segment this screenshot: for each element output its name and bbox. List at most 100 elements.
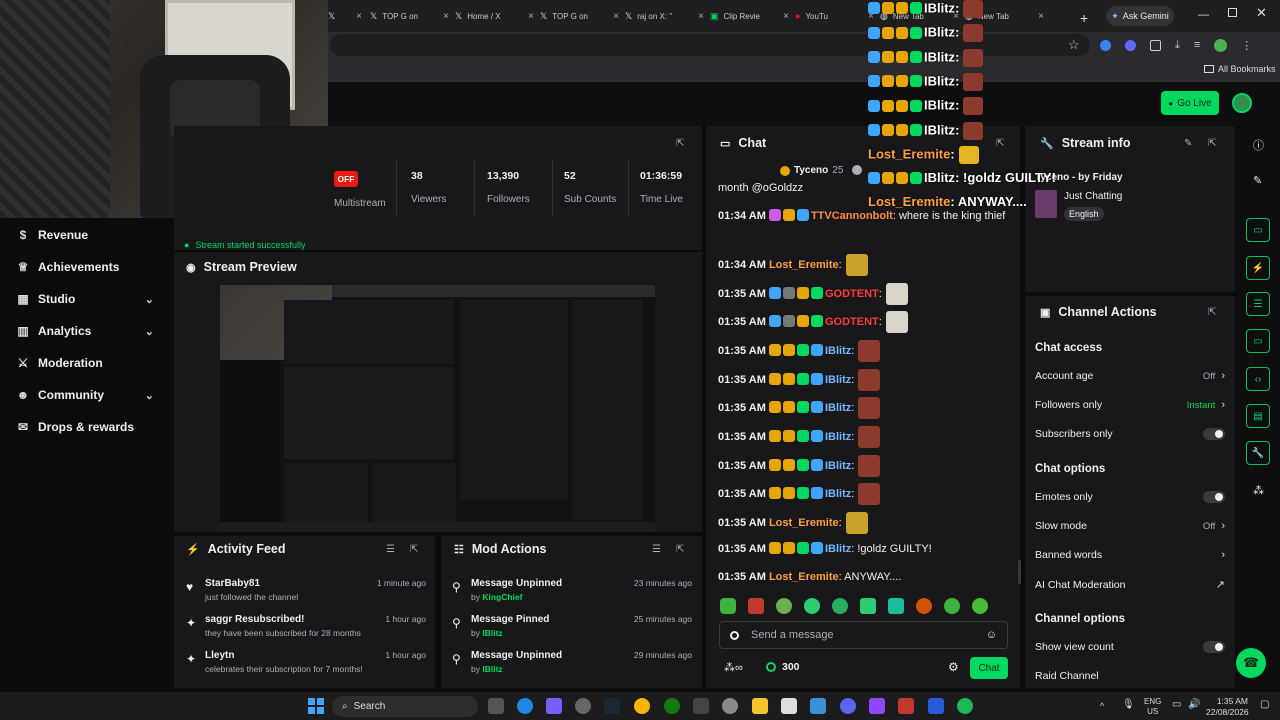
browser-tab[interactable]: 𝕏 × — [328, 4, 368, 28]
chat-message[interactable]: 01:34 AM Lost_Eremite: — [718, 254, 1018, 276]
app-icon[interactable] — [781, 698, 797, 714]
subscribers-only-row[interactable]: Subscribers only — [1035, 428, 1225, 440]
quick-action-icon[interactable]: ▭ — [1246, 218, 1270, 242]
chat-message[interactable]: 01:35 AM IBlitz: !goldz GUILTY! — [718, 541, 1018, 557]
emote-icon[interactable] — [916, 598, 932, 614]
browser-tab[interactable]: 𝕏 TOP G on × — [540, 4, 625, 28]
activity-item[interactable]: ✦ Lleytn celebrates their subscription for… — [186, 650, 426, 674]
extensions-icon[interactable]: ⁂ — [1253, 484, 1264, 497]
banned-words-row[interactable]: Banned words › — [1035, 549, 1225, 561]
close-tab-icon[interactable]: × — [613, 11, 619, 22]
emote-icon[interactable] — [944, 598, 960, 614]
sidebar-item-drops-rewards[interactable]: ✉ Drops & rewards — [0, 411, 170, 443]
notification-icon[interactable]: ▢ — [1260, 699, 1269, 710]
close-tab-icon[interactable]: × — [783, 11, 789, 22]
mod-action-item[interactable]: ⚲ Message Unpinned by KingChief 23 minutes … — [452, 578, 692, 602]
chat-username[interactable]: IBlitz — [825, 431, 851, 443]
quick-action-icon[interactable]: ☰ — [1246, 292, 1270, 316]
puzzle-icon[interactable] — [1150, 39, 1161, 51]
top-chatter[interactable]: Tyceno 25 — [780, 165, 843, 176]
chat-username[interactable]: GODTENT — [825, 316, 879, 328]
chat-emote[interactable] — [885, 311, 908, 333]
chat-emote[interactable] — [858, 483, 881, 505]
xbox-icon[interactable] — [664, 698, 680, 714]
chat-message[interactable]: 01:35 AM IBlitz: — [718, 426, 1018, 448]
volume-icon[interactable]: 🔊 — [1188, 699, 1200, 710]
info-icon[interactable]: ⓘ — [1253, 137, 1264, 153]
chat-message[interactable]: 01:35 AM GODTENT: — [718, 311, 1018, 333]
extension-icon[interactable] — [1125, 39, 1136, 51]
chat-emote[interactable] — [858, 340, 881, 362]
followers-only-row[interactable]: Followers only Instant › — [1035, 399, 1225, 411]
show-view-count-row[interactable]: Show view count — [1035, 641, 1225, 653]
new-tab-button[interactable]: + — [1080, 10, 1088, 26]
close-tab-icon[interactable]: × — [443, 11, 449, 22]
microphone-icon[interactable]: 🎙 — [1122, 699, 1135, 710]
app-icon[interactable] — [869, 698, 885, 714]
activity-item[interactable]: ✦ saggr Resubscribed! they have been subsc… — [186, 614, 426, 638]
mod-action-moderator[interactable]: IBlitz — [482, 664, 502, 674]
raid-channel-row[interactable]: Raid Channel — [1035, 670, 1225, 682]
chat-username[interactable]: IBlitz — [825, 402, 851, 414]
sidebar-item-community[interactable]: ☻ Community ⌄ — [0, 379, 170, 411]
sidebar-item-moderation[interactable]: ⚔ Moderation — [0, 347, 170, 379]
discord-icon[interactable] — [840, 698, 856, 714]
chat-emote[interactable] — [858, 455, 881, 477]
emote-picker-icon[interactable]: ☺ — [986, 629, 997, 641]
chat-message[interactable]: 01:35 AM Lost_Eremite: ANYWAY.... — [718, 569, 1018, 585]
app-icon[interactable] — [546, 698, 562, 714]
close-window-button[interactable]: ✕ — [1256, 5, 1267, 21]
chat-message[interactable]: 01:35 AM IBlitz: — [718, 455, 1018, 477]
media-icon[interactable]: ≡ — [1194, 39, 1200, 51]
stream-preview-video[interactable] — [220, 285, 655, 532]
emote-icon[interactable] — [832, 598, 848, 614]
chat-username[interactable]: TTVCannonbolt — [811, 210, 893, 222]
chat-username[interactable]: IBlitz — [825, 488, 851, 500]
all-bookmarks-button[interactable]: All Bookmarks — [1204, 64, 1276, 74]
browser-tab[interactable]: 𝕏 Home / X × — [455, 4, 540, 28]
close-tab-icon[interactable]: × — [1038, 11, 1044, 22]
download-icon[interactable]: ⤓ — [1175, 39, 1180, 52]
file-explorer-icon[interactable] — [752, 698, 768, 714]
chat-username[interactable]: Lost_Eremite — [769, 571, 839, 583]
chrome-icon[interactable] — [634, 698, 650, 714]
gear-icon[interactable]: ⚙ — [948, 660, 959, 674]
chat-username[interactable]: IBlitz — [825, 374, 851, 386]
quick-action-icon[interactable]: ▤ — [1246, 404, 1270, 428]
quick-action-icon[interactable]: ▭ — [1246, 329, 1270, 353]
popout-icon[interactable]: ⇱ — [996, 138, 1004, 149]
network-icon[interactable]: ▭ — [1172, 699, 1181, 710]
activity-item[interactable]: ♥ StarBaby81 just followed the channel 1 mi… — [186, 578, 426, 602]
chat-message[interactable]: 01:35 AM IBlitz: — [718, 369, 1018, 391]
close-tab-icon[interactable]: × — [698, 11, 704, 22]
app-icon[interactable] — [898, 698, 914, 714]
quick-action-icon[interactable]: ‹› — [1246, 367, 1270, 391]
chat-emote[interactable] — [858, 426, 881, 448]
emotes-only-row[interactable]: Emotes only — [1035, 491, 1225, 503]
chat-input[interactable]: Send a message ☺ — [719, 621, 1008, 649]
ai-moderation-row[interactable]: AI Chat Moderation ↗ — [1035, 578, 1225, 592]
pencil-icon[interactable]: ✎ — [1253, 174, 1262, 187]
emotes-only-toggle[interactable] — [1203, 491, 1225, 503]
chat-message[interactable]: 01:35 AM Lost_Eremite: — [718, 512, 1018, 534]
clock[interactable]: 1:35 AM 22/08/2026 — [1206, 696, 1249, 718]
close-tab-icon[interactable]: × — [356, 11, 362, 22]
edit-pencil-icon[interactable]: ✎ — [1184, 138, 1192, 149]
emote-icon[interactable] — [804, 598, 820, 614]
mod-action-item[interactable]: ⚲ Message Pinned by IBlitz 25 minutes ago — [452, 614, 692, 638]
pin-icon[interactable] — [730, 630, 739, 640]
user-avatar[interactable] — [1232, 93, 1252, 113]
filter-icon[interactable]: ☰ — [386, 544, 395, 555]
settings-icon[interactable] — [722, 698, 738, 714]
emote-icon[interactable] — [972, 598, 988, 614]
chat-message[interactable]: 01:35 AM IBlitz: — [718, 340, 1018, 362]
popout-icon[interactable]: ⇱ — [1208, 138, 1216, 149]
channel-points[interactable]: 300 — [766, 661, 800, 673]
sidebar-item-analytics[interactable]: ▥ Analytics ⌄ — [0, 315, 170, 347]
chat-username[interactable]: GODTENT — [825, 288, 879, 300]
mod-action-moderator[interactable]: IBlitz — [482, 628, 502, 638]
app-icon[interactable] — [575, 698, 591, 714]
extension-icon[interactable] — [1100, 39, 1111, 51]
chat-message[interactable]: 01:35 AM IBlitz: — [718, 483, 1018, 505]
minimize-button[interactable]: — — [1198, 9, 1209, 21]
